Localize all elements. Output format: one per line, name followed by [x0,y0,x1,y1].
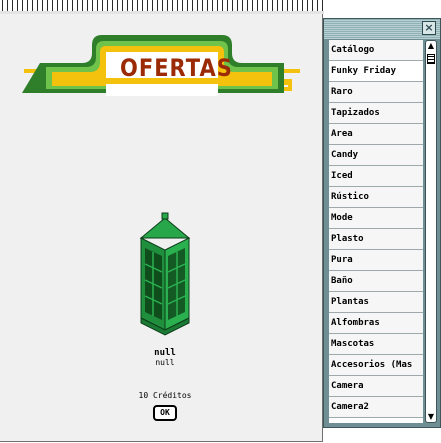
banner-title: OFERTAS [120,54,233,82]
category-item[interactable]: Catálogo [329,40,423,61]
scrollbar[interactable]: ▲ ▼ [425,40,437,423]
product-price: 10 Créditos [138,391,192,400]
panel-titlebar[interactable]: × [324,19,440,39]
arrow-down-icon[interactable]: ▼ [426,412,436,422]
catalog-index-panel: × Catálogo Funky Friday Raro Tapizados Area C… [323,18,441,428]
phone-booth-graphic [139,212,191,336]
category-item[interactable]: Camera [329,376,423,397]
category-item[interactable]: Raro [329,82,423,103]
category-item[interactable]: Plantas [329,292,423,313]
category-list: Catálogo Funky Friday Raro Tapizados Area Can… [329,40,423,423]
scroll-thumb[interactable] [427,54,435,64]
category-item[interactable]: Rústico [329,187,423,208]
product-description: null [155,358,175,367]
ok-button[interactable]: OK [153,405,177,421]
category-item[interactable]: Candy [329,145,423,166]
catalog-page-window: OFERTAS null null 10 Créditos OK [0,0,324,443]
arrow-up-icon[interactable]: ▲ [426,41,436,51]
category-item[interactable]: Camera2 [329,397,423,418]
close-icon[interactable]: × [422,21,436,35]
category-item[interactable]: Mascotas [329,334,423,355]
phone-booth-icon[interactable] [135,210,195,340]
category-item[interactable]: Pura [329,250,423,271]
ofertas-banner: OFERTAS [20,33,304,103]
category-item[interactable]: Mode [329,208,423,229]
category-item[interactable]: Alfombras [329,313,423,334]
category-item[interactable]: Iced [329,166,423,187]
category-item[interactable]: Baño [329,271,423,292]
category-item[interactable]: Funky Friday [329,61,423,82]
product-name: null [154,348,176,358]
category-item[interactable]: Tapizados [329,103,423,124]
category-item[interactable]: Area [329,124,423,145]
category-item[interactable]: Plasto [329,229,423,250]
category-item[interactable]: Accesorios (Mas [329,355,423,376]
